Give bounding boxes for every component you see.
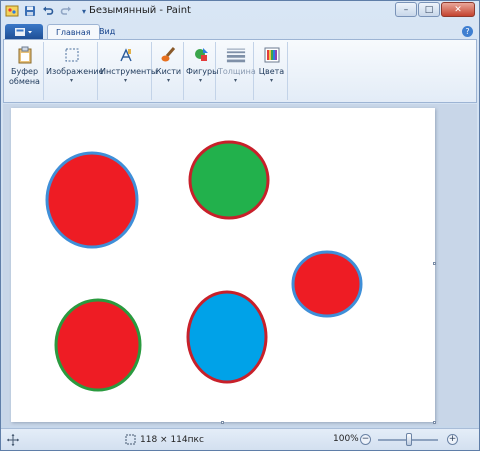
window-title: Безымянный - Paint (89, 5, 191, 16)
shapes-dropdown-icon: ▾ (198, 77, 202, 84)
thickness-group[interactable]: Толщина ▾ (218, 42, 256, 100)
selection-size-icon (125, 434, 136, 445)
circle-red-green-outline (54, 298, 142, 392)
image-group[interactable]: Изображение ▾ (46, 42, 104, 100)
ribbon-tab-bar: Главная Вид ? (1, 23, 479, 40)
clipboard-group[interactable]: Буфер обмена (6, 42, 44, 100)
selection-size-value: 118 × 114пкс (140, 434, 204, 445)
clipboard-label-2: обмена (9, 77, 40, 86)
clipboard-label-1: Буфер (10, 67, 39, 76)
title-bar: ▾ Безымянный - Paint – □ ✕ (1, 1, 479, 23)
brush-icon (159, 45, 179, 65)
paint-menu-icon (15, 27, 32, 36)
minimize-button[interactable]: – (395, 2, 417, 17)
status-bar: 118 × 114пкс 100% − + (1, 428, 479, 450)
palette-icon (262, 45, 282, 65)
colors-group[interactable]: Цвета ▾ (256, 42, 288, 100)
circle-green-red-outline (188, 140, 270, 220)
selection-size: 118 × 114пкс (125, 434, 204, 445)
zoom-out-button[interactable]: − (360, 434, 371, 445)
resize-handle-right[interactable] (433, 262, 436, 265)
image-label: Изображение (46, 67, 104, 76)
tools-group[interactable]: Инструменты ▾ (100, 42, 158, 100)
colors-label: Цвета (258, 67, 285, 76)
colors-dropdown-icon: ▾ (269, 77, 273, 84)
thickness-dropdown-icon: ▾ (233, 77, 237, 84)
zoom-in-button[interactable]: + (447, 434, 458, 445)
canvas-workspace (3, 104, 477, 426)
zoom-level: 100% (333, 434, 359, 444)
ribbon-panel: Буфер обмена Изображение ▾ Инструменты ▾… (3, 39, 477, 103)
undo-icon[interactable] (41, 4, 55, 18)
tab-view[interactable]: Вид (91, 24, 123, 40)
drawing-canvas[interactable] (11, 108, 435, 422)
help-button[interactable]: ? (462, 26, 473, 37)
paint-menu-button[interactable] (5, 24, 43, 39)
tools-dropdown-icon: ▾ (123, 77, 127, 84)
brushes-label: Кисти (155, 67, 182, 76)
image-dropdown-icon: ▾ (69, 77, 73, 84)
select-icon (62, 45, 82, 65)
tools-label: Инструменты (100, 67, 158, 76)
close-button[interactable]: ✕ (441, 2, 475, 17)
resize-handle-corner[interactable] (433, 421, 436, 424)
window-controls: – □ ✕ (395, 2, 475, 17)
paint-app-icon[interactable] (5, 4, 19, 18)
circle-blue-red-outline (186, 290, 268, 384)
thickness-label: Толщина (218, 67, 256, 76)
resize-handle-bottom[interactable] (221, 421, 224, 424)
shapes-label: Фигуры (186, 67, 219, 76)
zoom-slider-thumb[interactable] (406, 433, 412, 446)
brushes-group[interactable]: Кисти ▾ (154, 42, 184, 100)
redo-icon[interactable] (59, 4, 73, 18)
maximize-button[interactable]: □ (418, 2, 440, 17)
canvas-drawing (45, 140, 363, 392)
clipboard-icon (15, 45, 35, 65)
save-icon[interactable] (23, 4, 37, 18)
circle-red-blue-outline-2 (291, 250, 363, 318)
circle-red-blue-outline-1 (45, 151, 139, 249)
paint-window: ▾ Безымянный - Paint – □ ✕ Главная Вид ?… (0, 0, 480, 451)
shapes-group[interactable]: Фигуры ▾ (186, 42, 219, 100)
cursor-position-icon (7, 434, 19, 446)
quick-access-toolbar: ▾ (5, 4, 91, 18)
brushes-dropdown-icon: ▾ (166, 77, 170, 84)
thickness-icon (226, 45, 246, 65)
tools-icon (116, 45, 136, 65)
shapes-icon (191, 45, 211, 65)
